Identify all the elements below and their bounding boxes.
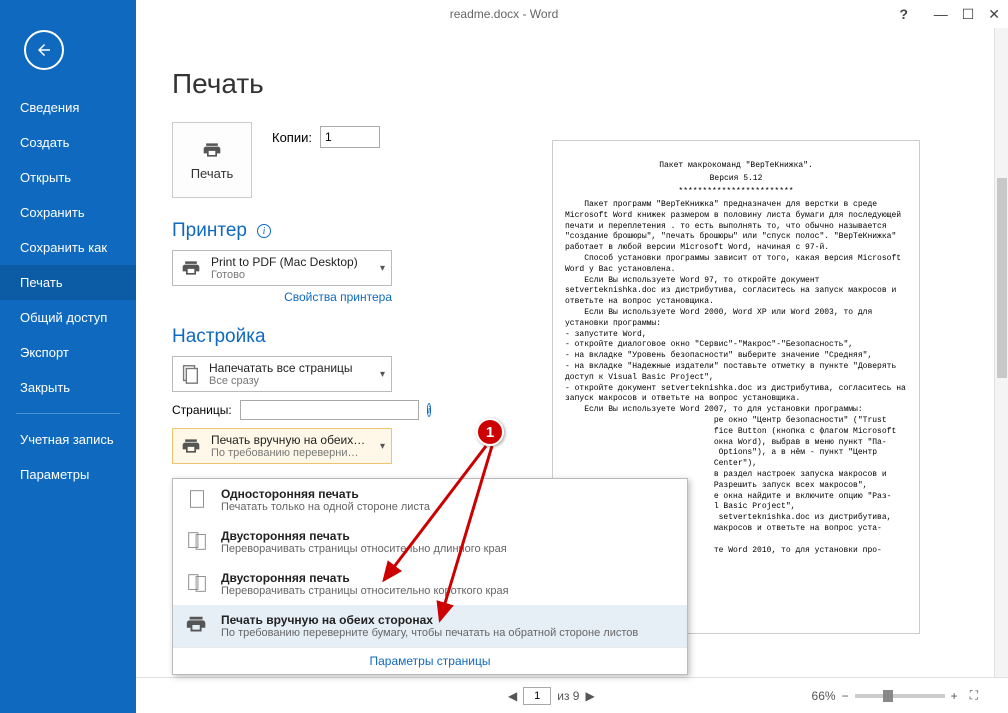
nav2-item-1[interactable]: Параметры [0, 457, 136, 492]
print-button[interactable]: Печать [172, 122, 252, 198]
duplex-select[interactable]: Печать вручную на обеих… По требованию п… [172, 428, 392, 464]
zoom-controls: 66% − + ⛶ [812, 688, 978, 703]
chevron-down-icon: ▾ [380, 441, 385, 452]
option-icon [183, 529, 211, 553]
nav-item-8[interactable]: Закрыть [0, 370, 136, 405]
nav-item-2[interactable]: Открыть [0, 160, 136, 195]
duplex-option-1[interactable]: Двусторонняя печатьПереворачивать страни… [173, 521, 687, 563]
duplex-option-2[interactable]: Двусторонняя печатьПереворачивать страни… [173, 563, 687, 605]
info-icon[interactable]: i [257, 224, 271, 238]
current-page-input[interactable] [523, 687, 551, 705]
annotation-badge-1: 1 [476, 418, 504, 446]
page-title: Печать [172, 68, 1008, 100]
pages-range-input[interactable] [240, 400, 419, 420]
window-controls: — ☐ ✕ [934, 6, 1000, 23]
duplex-option-0[interactable]: Односторонняя печатьПечатать только на о… [173, 479, 687, 521]
back-button[interactable] [24, 30, 64, 70]
duplex-option-3[interactable]: Печать вручную на обеих сторонахПо требо… [173, 605, 687, 647]
minimize-icon[interactable]: — [934, 6, 948, 23]
prev-page-icon[interactable]: ◀ [508, 689, 517, 703]
nav-item-4[interactable]: Сохранить как [0, 230, 136, 265]
nav-item-7[interactable]: Экспорт [0, 335, 136, 370]
restore-icon[interactable]: ☐ [962, 6, 975, 23]
nav2-item-0[interactable]: Учетная запись [0, 422, 136, 457]
printer-name: Print to PDF (Mac Desktop) [211, 255, 372, 269]
printer-select[interactable]: Print to PDF (Mac Desktop) Готово ▾ [172, 250, 392, 286]
backstage-sidebar: СведенияСоздатьОткрытьСохранитьСохранить… [0, 0, 136, 713]
printer-icon [179, 258, 203, 278]
option-icon [183, 571, 211, 595]
page-total: из 9 [557, 689, 579, 703]
zoom-out-icon[interactable]: − [842, 689, 849, 703]
nav-item-5[interactable]: Печать [0, 265, 136, 300]
nav-item-6[interactable]: Общий доступ [0, 300, 136, 335]
print-scope-select[interactable]: Напечатать все страницы Все сразу ▾ [172, 356, 392, 392]
printer-status: Готово [211, 269, 372, 281]
zoom-in-icon[interactable]: + [951, 689, 958, 703]
close-icon[interactable]: ✕ [988, 6, 1000, 23]
fit-page-icon[interactable]: ⛶ [970, 688, 978, 703]
nav-item-0[interactable]: Сведения [0, 90, 136, 125]
duplex-dropdown: Односторонняя печатьПечатать только на о… [172, 478, 688, 675]
page-navigator: ◀ из 9 ▶ [508, 687, 595, 705]
help-icon[interactable]: ? [899, 6, 908, 22]
pages-icon [179, 363, 201, 385]
titlebar: readme.docx - Word ? — ☐ ✕ [0, 0, 1008, 28]
printer-properties-link[interactable]: Свойства принтера [172, 290, 392, 304]
chevron-down-icon: ▾ [380, 369, 385, 380]
pages-range-label: Страницы: [172, 403, 232, 417]
zoom-slider[interactable] [855, 694, 945, 698]
footer: ◀ из 9 ▶ 66% − + ⛶ [136, 677, 1008, 713]
zoom-level: 66% [812, 689, 836, 703]
chevron-down-icon: ▾ [380, 263, 385, 274]
option-icon [183, 613, 211, 637]
print-button-label: Печать [191, 166, 234, 181]
printer-icon [200, 140, 224, 160]
vertical-scrollbar[interactable] [994, 28, 1008, 713]
next-page-icon[interactable]: ▶ [585, 689, 594, 703]
printer-duplex-icon [179, 436, 203, 456]
page-setup-link[interactable]: Параметры страницы [173, 647, 687, 674]
nav-item-3[interactable]: Сохранить [0, 195, 136, 230]
option-icon [183, 487, 211, 511]
copies-label: Копии: [272, 130, 312, 145]
copies-input[interactable] [320, 126, 380, 148]
info-icon[interactable]: i [427, 403, 432, 417]
window-title: readme.docx - Word [450, 7, 559, 21]
nav-item-1[interactable]: Создать [0, 125, 136, 160]
